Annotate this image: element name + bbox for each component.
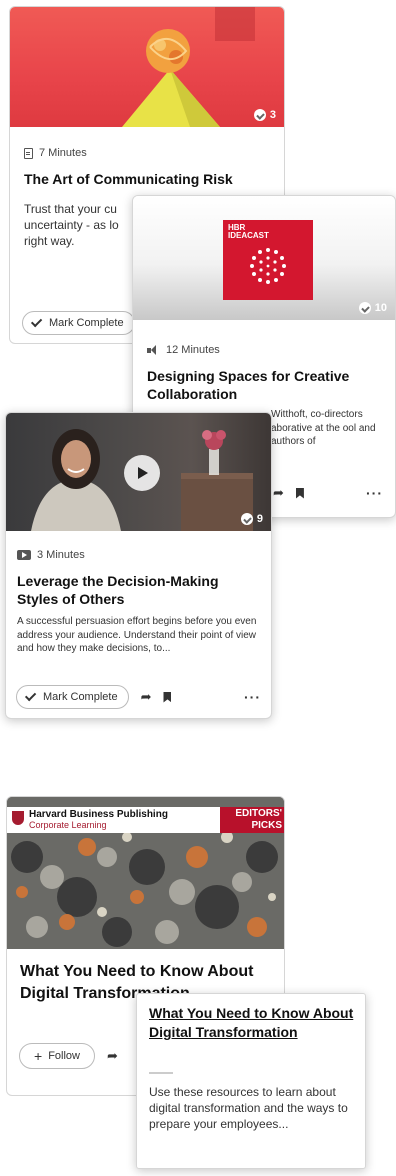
card-title[interactable]: Designing Spaces for Creative Collaborat… bbox=[147, 368, 383, 403]
mark-complete-label: Mark Complete bbox=[43, 691, 118, 703]
check-circle-icon bbox=[253, 109, 266, 121]
completion-count: 9 bbox=[256, 513, 263, 525]
tooltip-divider bbox=[149, 1072, 173, 1074]
editors-picks-badge: EDITORS' PICKS bbox=[220, 807, 284, 833]
duration-text: 12 Minutes bbox=[166, 344, 220, 356]
bookmark-icon[interactable] bbox=[163, 691, 172, 703]
play-button[interactable] bbox=[124, 455, 160, 491]
editors-line-2: PICKS bbox=[251, 820, 282, 831]
mark-complete-label: Mark Complete bbox=[49, 317, 124, 329]
more-icon[interactable]: ··· bbox=[366, 485, 383, 501]
mark-complete-button[interactable]: Mark Complete bbox=[16, 685, 129, 709]
tooltip-title-link[interactable]: What You Need to Know About Digital Tran… bbox=[149, 1004, 355, 1042]
dot-ring-icon bbox=[250, 248, 286, 284]
duration-meta: 7 Minutes bbox=[24, 147, 87, 159]
bookmark-icon[interactable] bbox=[295, 487, 304, 499]
card-video-thumbnail: 9 bbox=[6, 413, 271, 531]
completion-count: 10 bbox=[374, 302, 387, 314]
ideacast-logo: HBR IDEACAST bbox=[223, 220, 313, 300]
card-description: Trust that your cu uncertainty - as lo r… bbox=[24, 202, 119, 249]
plus-icon: + bbox=[34, 1048, 43, 1064]
brand-line-1: Harvard Business Publishing bbox=[29, 809, 168, 820]
tooltip-description: Use these resources to learn about digit… bbox=[149, 1085, 348, 1132]
completion-count: 3 bbox=[269, 109, 276, 121]
card-title[interactable]: The Art of Communicating Risk bbox=[24, 171, 274, 189]
duration-text: 7 Minutes bbox=[39, 147, 87, 159]
duration-meta: 3 Minutes bbox=[17, 549, 85, 561]
follow-button[interactable]: + Follow bbox=[19, 1043, 95, 1069]
duration-text: 3 Minutes bbox=[37, 549, 85, 561]
card-hero-image: Harvard Business Publishing Corporate Le… bbox=[7, 797, 284, 949]
checkmark-icon bbox=[24, 689, 37, 702]
hbp-shield-icon bbox=[12, 811, 24, 825]
completion-count-badge: 10 bbox=[358, 302, 387, 314]
share-icon[interactable]: ➦ bbox=[141, 689, 152, 705]
mark-complete-button[interactable]: Mark Complete bbox=[22, 311, 135, 335]
content-card-decision-making[interactable]: 9 3 Minutes Leverage the Decision-Making… bbox=[5, 412, 272, 719]
page: 3 7 Minutes The Art of Communicating Ris… bbox=[0, 0, 396, 1176]
hero-illustration bbox=[122, 7, 255, 127]
check-circle-icon bbox=[358, 302, 371, 314]
editors-line-1: EDITORS' bbox=[235, 808, 282, 819]
card-actions: ➦ ··· bbox=[273, 485, 383, 501]
article-icon bbox=[24, 147, 33, 159]
card-description: Witthoft, co-directors aborative at the … bbox=[271, 409, 376, 447]
follow-label: Follow bbox=[48, 1050, 80, 1062]
more-icon[interactable]: ··· bbox=[244, 689, 261, 705]
hover-tooltip: What You Need to Know About Digital Tran… bbox=[136, 993, 366, 1169]
share-icon[interactable]: ➦ bbox=[273, 485, 284, 501]
card-actions: Mark Complete ➦ ··· bbox=[16, 685, 261, 709]
completion-count-badge: 3 bbox=[253, 109, 276, 121]
share-icon[interactable]: ➦ bbox=[107, 1048, 118, 1064]
audio-icon bbox=[147, 344, 160, 356]
brand-banner: Harvard Business Publishing Corporate Le… bbox=[7, 807, 284, 833]
video-icon bbox=[17, 550, 31, 560]
card-description: A successful persuasion effort begins be… bbox=[17, 616, 257, 654]
card-hero-image: 3 bbox=[10, 7, 284, 127]
card-title[interactable]: Leverage the Decision-Making Styles of O… bbox=[17, 573, 257, 608]
duration-meta: 12 Minutes bbox=[147, 344, 220, 356]
checkmark-icon bbox=[30, 315, 43, 328]
check-circle-icon bbox=[240, 513, 253, 525]
completion-count-badge: 9 bbox=[240, 513, 263, 525]
play-icon bbox=[138, 467, 148, 479]
card-hero-image: HBR IDEACAST 10 bbox=[133, 196, 395, 320]
brand-line-2: Corporate Learning bbox=[29, 820, 107, 830]
